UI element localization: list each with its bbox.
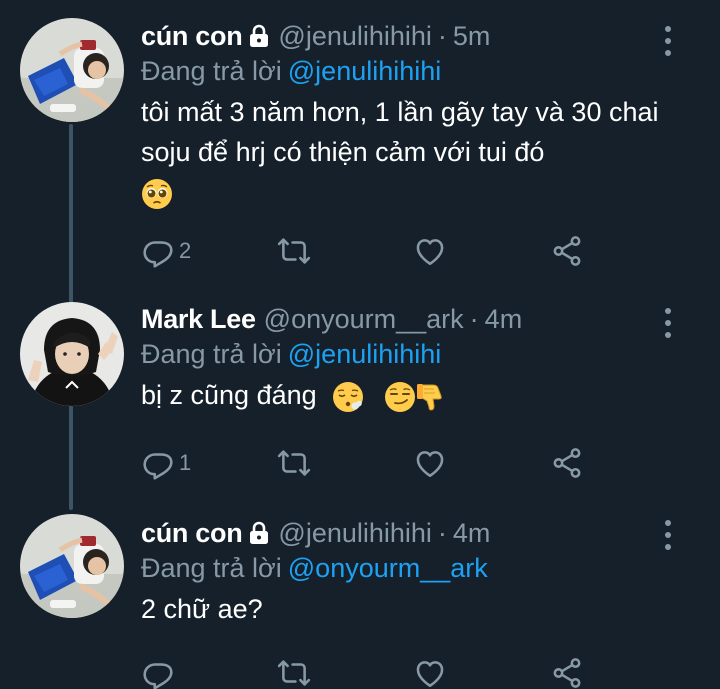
replying-to: Đang trả lời @jenulihihihi (141, 339, 681, 371)
tweet-actions (141, 656, 591, 689)
mention-link[interactable]: @jenulihihihi (288, 339, 442, 369)
retweet-button[interactable] (277, 446, 311, 480)
user-handle[interactable]: @onyourm__ark (264, 304, 464, 335)
timestamp[interactable]: 4m (485, 304, 523, 335)
timestamp[interactable]: 4m (453, 518, 491, 549)
tweet-text: 2 chữ ae? (141, 589, 681, 629)
share-button[interactable] (550, 234, 584, 268)
reply-thread: cún con @jenulihihihi · 5m Đang trả lời @… (0, 0, 720, 689)
reply-button[interactable]: 2 (141, 234, 191, 268)
replying-prefix: Đang trả lời (141, 339, 282, 369)
share-icon (550, 446, 584, 480)
display-name[interactable]: Mark Lee (141, 304, 256, 335)
tweet-header: Mark Lee @onyourm__ark · 4m (141, 303, 681, 335)
separator-dot: · (437, 20, 447, 51)
replying-to: Đang trả lời @jenulihihihi (141, 56, 681, 88)
like-icon (413, 446, 447, 480)
reply-button[interactable]: 1 (141, 446, 191, 480)
pleading-face-emoji (141, 178, 173, 210)
like-button[interactable] (413, 234, 447, 268)
share-button[interactable] (550, 656, 584, 689)
replying-prefix: Đang trả lời (141, 553, 282, 583)
replying-to: Đang trả lời @onyourm__ark (141, 553, 681, 585)
reply-count: 2 (179, 238, 192, 263)
timestamp[interactable]: 5m (453, 21, 491, 52)
share-icon (550, 234, 584, 268)
like-button[interactable] (413, 656, 447, 689)
like-icon (413, 234, 447, 268)
tweet-content: Mark Lee @onyourm__ark · 4m Đang trả lời… (141, 303, 681, 415)
lock-icon (248, 521, 270, 545)
tweet-body: tôi mất 3 năm hơn, 1 lần gãy tay và 30 c… (141, 97, 659, 167)
tweet-header: cún con @jenulihihihi · 4m (141, 517, 681, 549)
retweet-button[interactable] (277, 656, 311, 689)
tweet-header: cún con @jenulihihihi · 5m (141, 20, 681, 52)
display-name[interactable]: cún con (141, 518, 243, 549)
reply-button[interactable] (141, 656, 175, 689)
tweet-content: cún con @jenulihihihi · 4m Đang trả lời @… (141, 517, 681, 629)
like-button[interactable] (413, 446, 447, 480)
separator-dot: · (437, 517, 447, 548)
face-exhaling-emoji (332, 381, 364, 413)
user-handle[interactable]: @jenulihihihi (278, 518, 432, 549)
avatar[interactable] (20, 18, 124, 122)
mention-link[interactable]: @onyourm__ark (288, 553, 488, 583)
reply-icon (141, 446, 175, 480)
thumbs-down-emoji (416, 381, 448, 413)
mention-link[interactable]: @jenulihihihi (288, 56, 442, 86)
tweet-body: 2 chữ ae? (141, 594, 263, 624)
tweet-body: bị z cũng đáng (141, 380, 317, 410)
separator-dot: · (469, 303, 479, 334)
replying-prefix: Đang trả lời (141, 56, 282, 86)
retweet-icon (277, 656, 311, 689)
tweet-actions: 2 (141, 234, 591, 268)
reply-count: 1 (179, 450, 192, 475)
user-handle[interactable]: @jenulihihihi (278, 21, 432, 52)
like-icon (413, 656, 447, 689)
reply-icon (141, 234, 175, 268)
share-icon (550, 656, 584, 689)
retweet-icon (277, 446, 311, 480)
tweet-text: tôi mất 3 năm hơn, 1 lần gãy tay và 30 c… (141, 92, 681, 212)
share-button[interactable] (550, 446, 584, 480)
smirking-face-emoji (384, 381, 416, 413)
lock-icon (248, 24, 270, 48)
tweet-content: cún con @jenulihihihi · 5m Đang trả lời @… (141, 20, 681, 212)
retweet-button[interactable] (277, 234, 311, 268)
tweet-text: bị z cũng đáng (141, 375, 681, 415)
retweet-icon (277, 234, 311, 268)
avatar[interactable] (20, 302, 124, 406)
display-name[interactable]: cún con (141, 21, 243, 52)
avatar[interactable] (20, 514, 124, 618)
reply-icon (141, 656, 175, 689)
tweet-actions: 1 (141, 446, 591, 480)
